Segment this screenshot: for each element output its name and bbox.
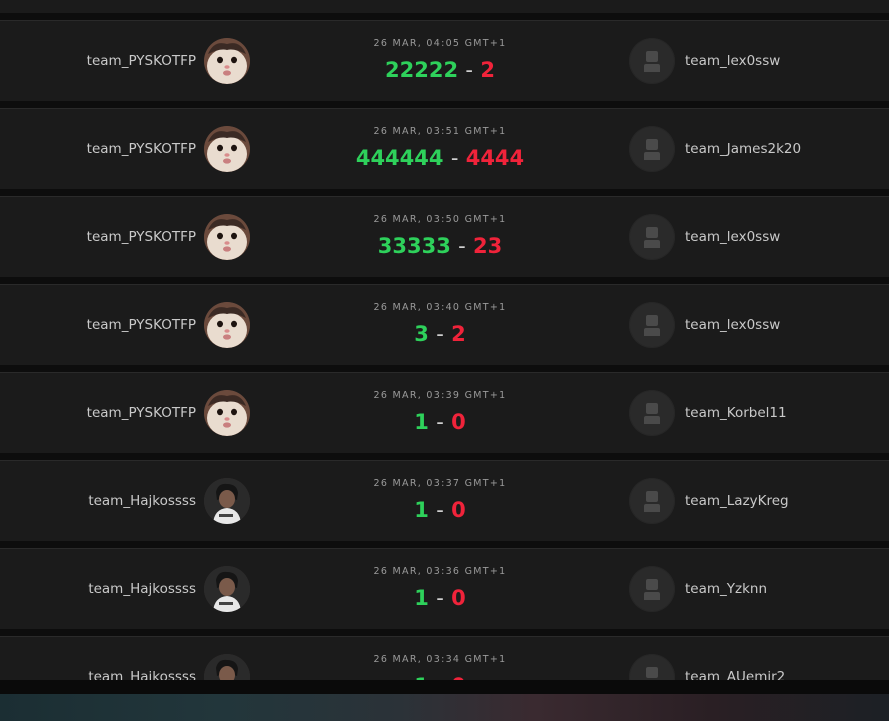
left-team-name[interactable]: team_PYSKOTFP	[87, 404, 196, 422]
score-right: 0	[451, 586, 466, 610]
user-silhouette-icon	[644, 403, 660, 424]
right-team-name[interactable]: team_LazyKreg	[685, 492, 789, 510]
right-team-name[interactable]: team_Korbel11	[685, 404, 787, 422]
left-team-name[interactable]: team_PYSKOTFP	[87, 52, 196, 70]
person-avatar	[204, 566, 250, 612]
match-row[interactable]: team_Hajkossss 26 MAR, 03:34 GMT+1 1 - 0…	[0, 636, 889, 680]
right-team-avatar[interactable]	[629, 38, 675, 84]
score-separator: -	[458, 234, 466, 258]
right-team-avatar[interactable]	[629, 214, 675, 260]
score-right: 23	[473, 234, 503, 258]
right-team-name[interactable]: team_Yzknn	[685, 580, 767, 598]
match-history-list: team_PYSKOTFP 26 MAR, 04:05 GMT+1 22222 …	[0, 0, 889, 680]
right-team-name[interactable]: team_lex0ssw	[685, 228, 780, 246]
right-team-name[interactable]: team_lex0ssw	[685, 316, 780, 334]
left-team-avatar[interactable]	[204, 126, 250, 172]
user-silhouette-icon	[644, 227, 660, 248]
match-score: 444444 - 4444	[280, 145, 600, 171]
right-team-avatar[interactable]	[629, 302, 675, 348]
left-team-name[interactable]: team_Hajkossss	[88, 492, 196, 510]
left-team-avatar[interactable]	[204, 390, 250, 436]
user-silhouette-icon	[644, 139, 660, 160]
score-left: 22222	[385, 58, 459, 82]
cat-avatar	[204, 126, 250, 172]
cat-avatar	[204, 214, 250, 260]
match-score: 33333 - 23	[280, 233, 600, 259]
match-row[interactable]: team_PYSKOTFP 26 MAR, 03:40 GMT+1 3 - 2 …	[0, 284, 889, 365]
match-date: 26 MAR, 04:05 GMT+1	[373, 38, 507, 49]
score-separator: -	[436, 586, 444, 610]
right-team-avatar[interactable]	[629, 126, 675, 172]
left-team-avatar[interactable]	[204, 654, 250, 680]
score-separator: -	[465, 58, 473, 82]
left-team-avatar[interactable]	[204, 478, 250, 524]
match-row[interactable]: team_PYSKOTFP 26 MAR, 03:50 GMT+1 33333 …	[0, 196, 889, 277]
match-score: 1 - 0	[280, 497, 600, 523]
match-date: 26 MAR, 03:50 GMT+1	[373, 214, 507, 225]
match-date: 26 MAR, 03:39 GMT+1	[373, 390, 507, 401]
score-left: 1	[414, 586, 429, 610]
score-right: 2	[480, 58, 495, 82]
score-right: 2	[451, 322, 466, 346]
left-team-name[interactable]: team_PYSKOTFP	[87, 228, 196, 246]
score-right: 0	[451, 410, 466, 434]
score-left: 444444	[355, 146, 444, 170]
cat-avatar	[204, 302, 250, 348]
score-left: 1	[414, 410, 429, 434]
person-avatar	[204, 654, 250, 680]
person-avatar	[204, 478, 250, 524]
match-date: 26 MAR, 03:34 GMT+1	[373, 654, 507, 665]
score-separator: -	[436, 410, 444, 434]
score-left: 33333	[377, 234, 451, 258]
right-team-avatar[interactable]	[629, 654, 675, 680]
user-silhouette-icon	[646, 667, 658, 678]
score-left: 3	[414, 322, 429, 346]
right-team-avatar[interactable]	[629, 390, 675, 436]
match-score: 1 - 0	[280, 409, 600, 435]
score-right: 4444	[465, 146, 525, 170]
left-team-avatar[interactable]	[204, 214, 250, 260]
match-row[interactable]: team_PYSKOTFP 26 MAR, 04:05 GMT+1 22222 …	[0, 20, 889, 101]
score-separator: -	[436, 498, 444, 522]
match-score: 1 - 0	[280, 585, 600, 611]
list-bottom-bar	[0, 680, 889, 694]
match-score: 3 - 2	[280, 321, 600, 347]
right-team-avatar[interactable]	[629, 566, 675, 612]
left-team-name[interactable]: team_PYSKOTFP	[87, 316, 196, 334]
cat-avatar	[204, 38, 250, 84]
user-silhouette-icon	[644, 315, 660, 336]
previous-row-edge	[0, 0, 889, 13]
match-row[interactable]: team_Hajkossss 26 MAR, 03:37 GMT+1 1 - 0…	[0, 460, 889, 541]
right-team-name[interactable]: team_AUemir2	[685, 668, 785, 680]
bottom-banner	[0, 694, 889, 721]
match-date: 26 MAR, 03:40 GMT+1	[373, 302, 507, 313]
right-team-avatar[interactable]	[629, 478, 675, 524]
match-score: 1 - 0	[280, 673, 600, 680]
left-team-name[interactable]: team_Hajkossss	[88, 580, 196, 598]
left-team-avatar[interactable]	[204, 38, 250, 84]
score-left: 1	[414, 498, 429, 522]
match-date: 26 MAR, 03:37 GMT+1	[373, 478, 507, 489]
user-silhouette-icon	[644, 579, 660, 600]
match-date: 26 MAR, 03:51 GMT+1	[373, 126, 507, 137]
cat-avatar	[204, 390, 250, 436]
score-right: 0	[451, 498, 466, 522]
score-separator: -	[436, 322, 444, 346]
user-silhouette-icon	[644, 491, 660, 512]
left-team-name[interactable]: team_Hajkossss	[88, 668, 196, 680]
match-row[interactable]: team_PYSKOTFP 26 MAR, 03:51 GMT+1 444444…	[0, 108, 889, 189]
left-team-avatar[interactable]	[204, 302, 250, 348]
match-row[interactable]: team_Hajkossss 26 MAR, 03:36 GMT+1 1 - 0…	[0, 548, 889, 629]
user-silhouette-icon	[644, 51, 660, 72]
right-team-name[interactable]: team_lex0ssw	[685, 52, 780, 70]
score-separator: -	[450, 146, 459, 170]
match-row[interactable]: team_PYSKOTFP 26 MAR, 03:39 GMT+1 1 - 0 …	[0, 372, 889, 453]
match-date: 26 MAR, 03:36 GMT+1	[373, 566, 507, 577]
right-team-name[interactable]: team_James2k20	[685, 140, 801, 158]
left-team-avatar[interactable]	[204, 566, 250, 612]
left-team-name[interactable]: team_PYSKOTFP	[87, 140, 196, 158]
match-score: 22222 - 2	[280, 57, 600, 83]
